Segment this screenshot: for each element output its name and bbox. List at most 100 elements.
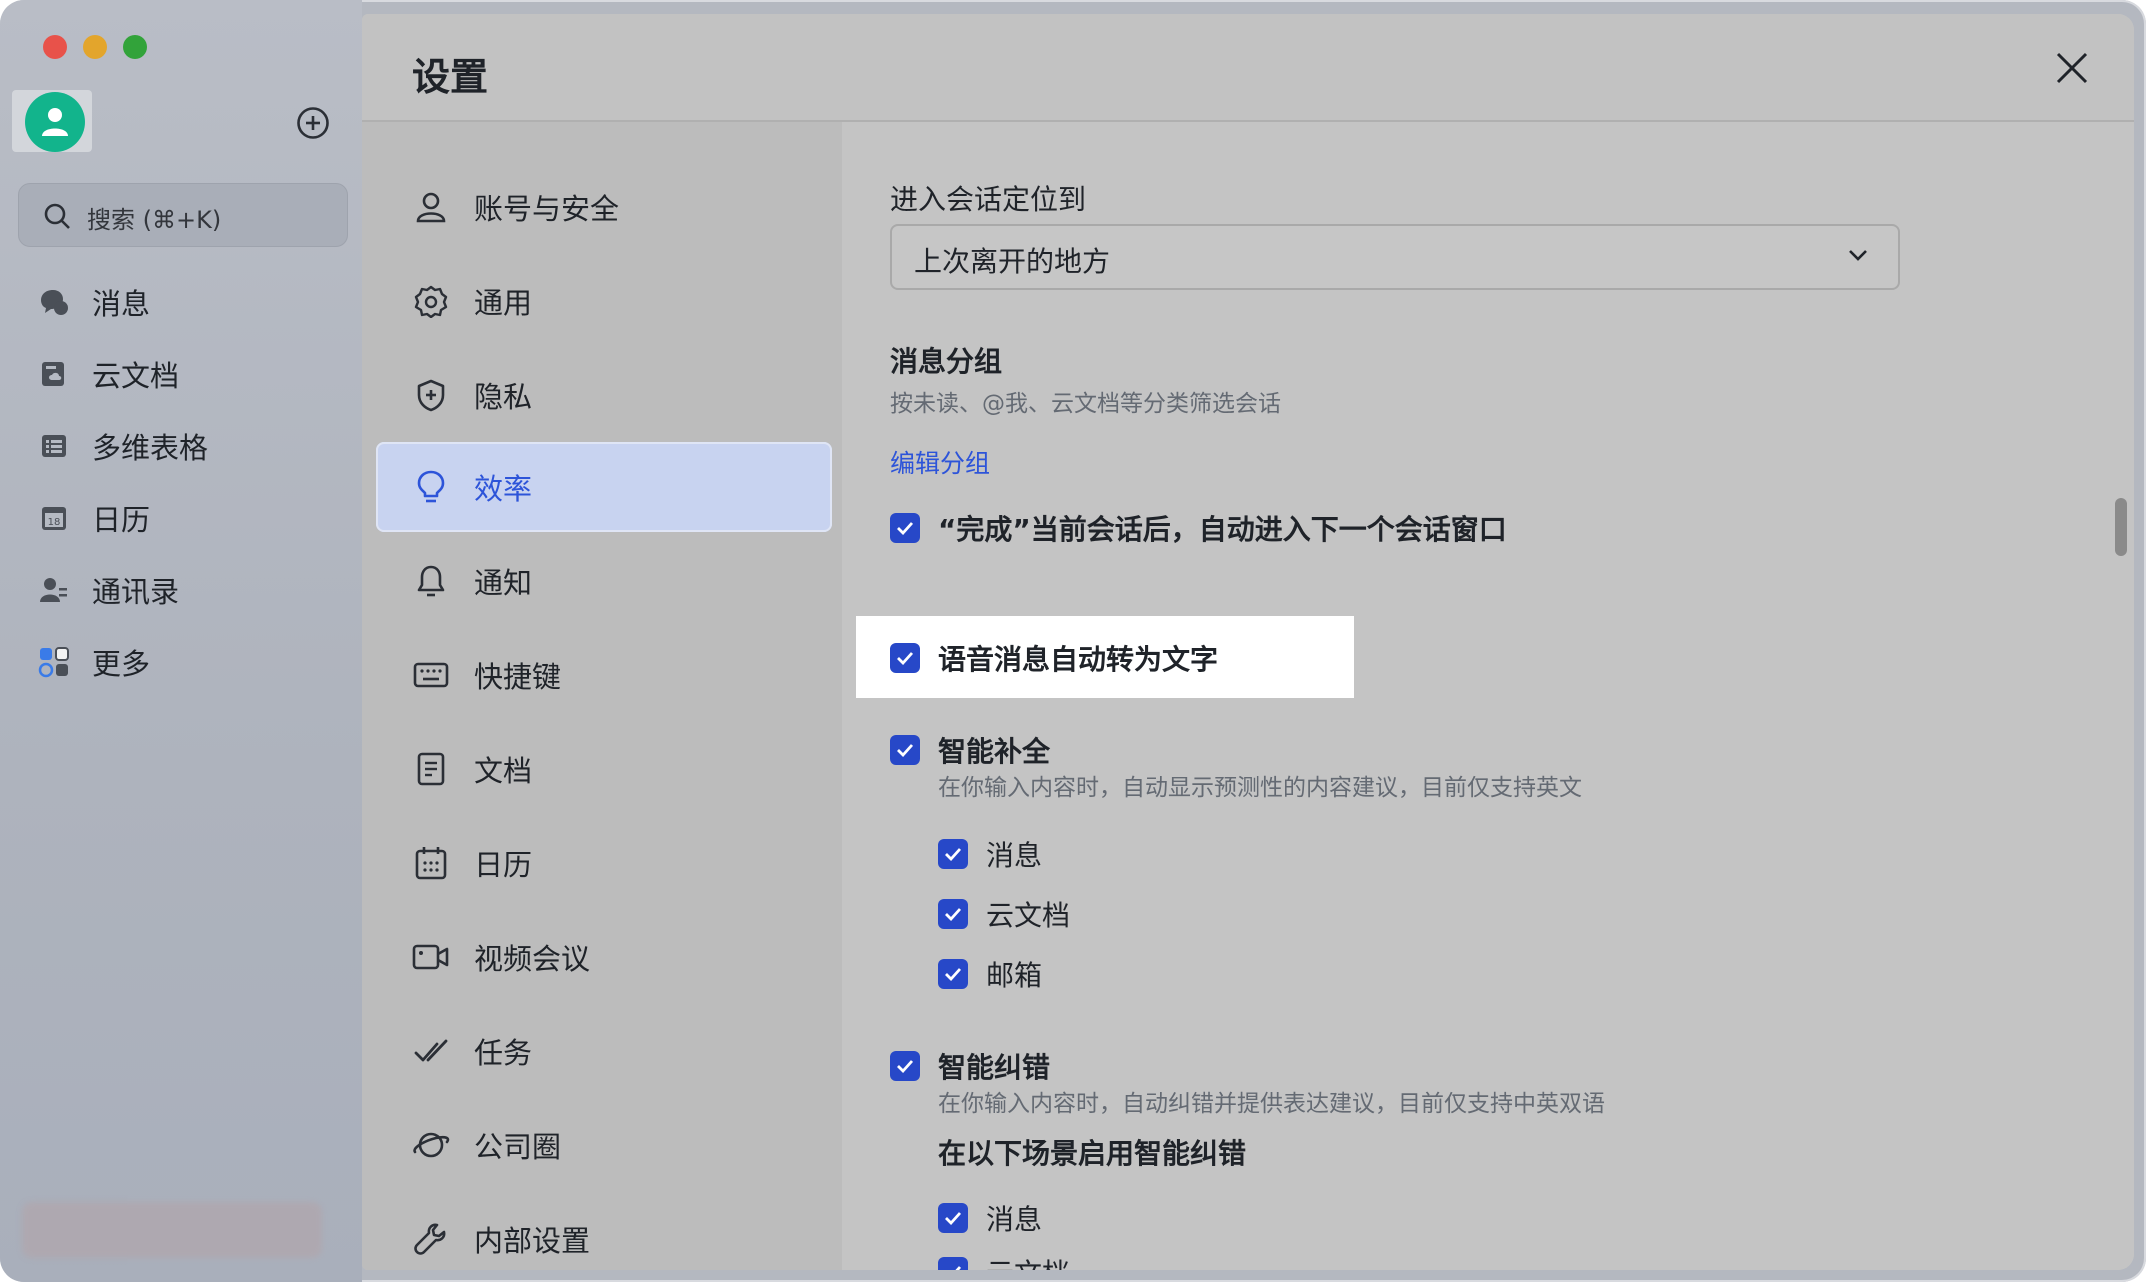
autocomplete-option[interactable]: 智能补全 [890,728,1050,772]
voice-to-text-option[interactable]: 语音消息自动转为文字 [890,636,1218,680]
menu-item-internal-settings[interactable]: 内部设置 [376,1194,832,1270]
spellcheck-option[interactable]: 智能纠错 [890,1044,1050,1088]
sidebar-item-label: 消息 [92,287,151,321]
option-label: 云文档 [986,1252,1070,1270]
search-placeholder: 搜索 (⌘+K) [87,206,222,234]
checkbox-checked[interactable] [938,899,968,929]
menu-item-label: 通用 [474,286,533,320]
dialog-header: 设置 [362,14,2134,122]
settings-dialog: 设置 账号与安全 通用 隐私 效率 通知 快捷键 文档 日历 视频会议 任务 公… [362,14,2134,1270]
settings-content: 进入会话定位到 上次离开的地方 消息分组 按未读、@我、云文档等分类筛选会话 编… [842,122,2134,1270]
app-sidebar: 搜索 (⌘+K) 消息 云文档 多维表格 18 日历 通讯录 更多 [0,0,362,1282]
gear-icon [412,282,450,320]
chat-bubble-icon [38,286,70,318]
task-check-icon [412,1032,450,1070]
sidebar-item-docs[interactable]: 云文档 [38,352,179,396]
menu-item-general[interactable]: 通用 [376,256,832,346]
more-apps-icon [38,646,70,678]
sidebar-item-label: 更多 [92,647,151,681]
contacts-icon [38,574,70,606]
menu-item-privacy[interactable]: 隐私 [376,350,832,440]
spellcheck-messages-option[interactable]: 消息 [938,1196,1042,1240]
autocomplete-messages-option[interactable]: 消息 [938,832,1042,876]
spellcheck-description: 在你输入内容时，自动纠错并提供表达建议，目前仅支持中英双语 [938,1091,1605,1117]
user-icon [42,108,68,136]
grouping-description: 按未读、@我、云文档等分类筛选会话 [890,391,1281,417]
checkbox-checked[interactable] [890,513,920,543]
check-icon [897,522,914,535]
zoom-window-button[interactable] [123,35,147,59]
option-label: 消息 [986,1203,1043,1236]
option-label: 语音消息自动转为文字 [938,643,1219,676]
checkbox-checked[interactable] [890,1051,920,1081]
bell-icon [412,562,450,600]
minimize-window-button[interactable] [83,35,107,59]
check-icon [897,652,914,665]
menu-item-label: 文档 [474,754,533,788]
option-label: “完成”当前会话后，自动进入下一个会话窗口 [938,513,1507,546]
blurred-profile-bar [22,1202,322,1258]
sidebar-item-label: 云文档 [92,359,180,393]
check-icon [955,1266,962,1270]
sidebar-item-calendar[interactable]: 18 日历 [38,496,150,540]
menu-item-company-circle[interactable]: 公司圈 [376,1100,832,1190]
sidebar-item-base[interactable]: 多维表格 [38,424,208,468]
shield-icon [412,376,450,414]
sidebar-item-more[interactable]: 更多 [38,640,150,684]
option-label: 智能补全 [938,735,1051,768]
sidebar-item-contacts[interactable]: 通讯录 [38,568,179,612]
checkbox-checked[interactable] [938,1257,968,1270]
calendar-icon [412,844,450,882]
menu-item-label: 效率 [474,472,533,506]
checkbox-checked[interactable] [938,1203,968,1233]
close-icon[interactable] [2052,48,2092,88]
enter-chat-select[interactable]: 上次离开的地方 [890,224,1900,290]
search-box[interactable]: 搜索 (⌘+K) [18,183,348,247]
menu-item-shortcuts[interactable]: 快捷键 [376,630,832,720]
option-label: 消息 [986,839,1043,872]
scrollbar-thumb[interactable] [2115,498,2127,556]
person-icon [412,188,450,226]
svg-text:18: 18 [48,517,61,528]
dialog-title: 设置 [412,55,489,99]
menu-item-notifications[interactable]: 通知 [376,536,832,626]
checkbox-checked[interactable] [938,959,968,989]
chevron-down-icon [1849,250,1867,261]
menu-item-label: 隐私 [474,380,533,414]
checkbox-checked[interactable] [890,735,920,765]
autocomplete-mail-option[interactable]: 邮箱 [938,952,1042,996]
check-icon [945,908,962,921]
planet-icon [412,1126,450,1164]
video-camera-icon [412,938,450,976]
menu-item-video-meeting[interactable]: 视频会议 [376,912,832,1002]
edit-group-link[interactable]: 编辑分组 [890,444,990,480]
menu-item-efficiency[interactable]: 效率 [376,442,832,532]
avatar[interactable] [25,92,85,152]
spellcheck-docs-option[interactable]: 云文档 [938,1250,1070,1270]
lightbulb-icon [412,468,450,506]
menu-item-calendar[interactable]: 日历 [376,818,832,908]
grouping-title: 消息分组 [890,345,1003,378]
check-icon [945,848,962,861]
checkbox-checked[interactable] [890,643,920,673]
check-icon [945,968,962,981]
option-label: 云文档 [986,899,1071,932]
autocomplete-docs-option[interactable]: 云文档 [938,892,1070,936]
cloud-doc-icon [38,358,70,390]
done-next-chat-option[interactable]: “完成”当前会话后，自动进入下一个会话窗口 [890,506,1507,550]
menu-item-label: 任务 [474,1036,533,1070]
plus-circle-icon[interactable] [296,106,330,140]
calendar-icon: 18 [38,502,70,534]
close-window-button[interactable] [43,35,67,59]
menu-item-tasks[interactable]: 任务 [376,1006,832,1096]
keyboard-icon [412,656,450,694]
checkbox-checked[interactable] [938,839,968,869]
sidebar-item-label: 日历 [92,503,151,537]
menu-item-label: 快捷键 [474,660,562,694]
menu-item-docs[interactable]: 文档 [376,724,832,814]
base-table-icon [38,430,70,462]
menu-item-label: 公司圈 [474,1130,562,1164]
menu-item-label: 视频会议 [474,942,591,976]
menu-item-account-security[interactable]: 账号与安全 [376,162,832,252]
sidebar-item-messages[interactable]: 消息 [38,280,150,324]
